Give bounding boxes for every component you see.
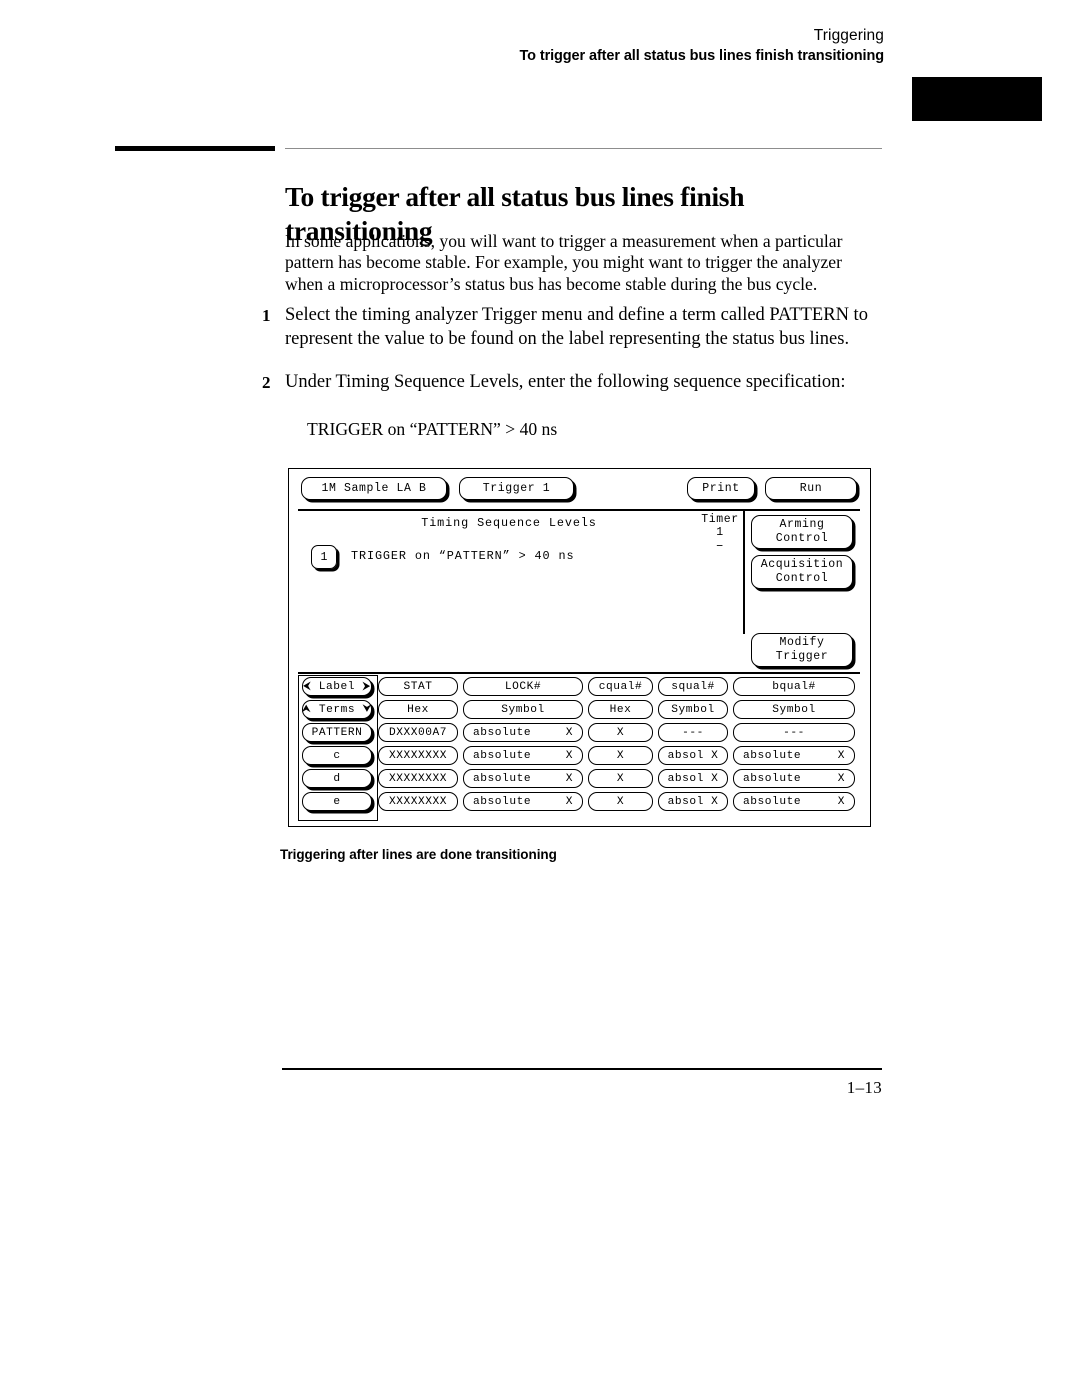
title-rule-thick [115, 146, 275, 151]
machine-select-button[interactable]: 1M Sample LA B [301, 477, 447, 500]
header-chapter: Triggering [813, 27, 884, 44]
step-text: Select the timing analyzer Trigger menu … [285, 305, 868, 349]
label-base-button[interactable]: Hex [588, 700, 653, 719]
run-button[interactable]: Run [765, 477, 857, 500]
page-number: 1–13 [846, 1078, 882, 1097]
term-value-cell[interactable]: absol X [658, 746, 728, 765]
sequence-level-text[interactable]: TRIGGER on “PATTERN” > 40 ns [351, 549, 574, 563]
label-name-button[interactable]: LOCK# [463, 677, 583, 696]
label-name-button[interactable]: squal# [658, 677, 728, 696]
acquisition-control-button[interactable]: Acquisition Control [751, 555, 853, 589]
mid-divider [298, 672, 860, 674]
term-value-cell[interactable]: DXXX00A7 [378, 723, 458, 742]
label-name-button[interactable]: bqual# [733, 677, 855, 696]
cell-text: absolute [743, 772, 802, 785]
instrument-screen-figure: 1M Sample LA B Trigger 1 Print Run Timin… [288, 468, 871, 827]
arming-control-button[interactable]: Arming Control [751, 515, 853, 549]
timer-label: Timer [701, 513, 739, 526]
cell-dontcare: X [837, 749, 845, 762]
cell-text: absolute [743, 795, 802, 808]
arming-control-line1: Arming [779, 518, 825, 531]
footer-rule [282, 1068, 882, 1070]
running-header: Triggering To trigger after all status b… [0, 26, 884, 66]
sequence-level-number[interactable]: 1 [311, 545, 337, 569]
term-value-cell[interactable]: --- [658, 723, 728, 742]
cell-text: absolute [473, 795, 532, 808]
top-divider [298, 509, 860, 511]
label-term-grid: ⮜ Label ⮞ ⮝ Terms ⮟ PATTERN c d e STAT Hex DXXX0… [298, 675, 860, 821]
term-value-cell[interactable]: XXXXXXXX [378, 792, 458, 811]
timer-value: – [715, 538, 725, 553]
term-value-cell[interactable]: absolute X [733, 769, 855, 788]
term-value-cell[interactable]: absolute X [733, 746, 855, 765]
cell-dontcare: X [565, 726, 573, 739]
step-item: 1 Select the timing analyzer Trigger men… [262, 304, 874, 351]
header-section: To trigger after all status bus lines fi… [519, 48, 884, 64]
term-row-header[interactable]: PATTERN [302, 723, 372, 742]
term-value-cell[interactable]: absol X [658, 792, 728, 811]
term-value-cell[interactable]: absolute X [733, 792, 855, 811]
term-value-cell[interactable]: XXXXXXXX [378, 769, 458, 788]
figure-caption: Triggering after lines are done transiti… [280, 847, 557, 862]
chapter-thumb-tab [912, 77, 1042, 121]
label-base-button[interactable]: Symbol [733, 700, 855, 719]
label-name-button[interactable]: cqual# [588, 677, 653, 696]
modify-trigger-line2: Trigger [775, 650, 829, 663]
label-base-button[interactable]: Symbol [463, 700, 583, 719]
cell-dontcare: X [837, 772, 845, 785]
cell-dontcare: X [565, 749, 573, 762]
label-base-button[interactable]: Hex [378, 700, 458, 719]
label-base-button[interactable]: Symbol [658, 700, 728, 719]
cell-dontcare: X [837, 795, 845, 808]
term-value-cell[interactable]: X [588, 792, 653, 811]
acquisition-control-line1: Acquisition [760, 558, 844, 571]
cell-dontcare: X [565, 795, 573, 808]
step-item: 2 Under Timing Sequence Levels, enter th… [262, 371, 874, 395]
term-value-cell[interactable]: absolute X [463, 769, 583, 788]
term-row-header[interactable]: c [302, 746, 372, 765]
step-number: 2 [262, 373, 271, 392]
step-number: 1 [262, 306, 271, 325]
arming-control-line2: Control [775, 532, 829, 545]
term-value-cell[interactable]: X [588, 746, 653, 765]
menu-select-button[interactable]: Trigger 1 [459, 477, 574, 500]
modify-trigger-button[interactable]: Modify Trigger [751, 633, 853, 667]
cell-text: absolute [473, 749, 532, 762]
title-rule-thin [285, 148, 882, 149]
term-row-header[interactable]: e [302, 792, 372, 811]
step-text: Under Timing Sequence Levels, enter the … [285, 372, 846, 392]
term-value-cell[interactable]: XXXXXXXX [378, 746, 458, 765]
term-value-cell[interactable]: absolute X [463, 746, 583, 765]
term-value-cell[interactable]: absolute X [463, 723, 583, 742]
cell-text: absolute [473, 772, 532, 785]
sequence-specification-text: TRIGGER on “PATTERN” > 40 ns [307, 419, 558, 439]
term-value-cell[interactable]: absolute X [463, 792, 583, 811]
timer-column-divider [743, 511, 745, 634]
modify-trigger-line1: Modify [779, 636, 825, 649]
cell-dontcare: X [565, 772, 573, 785]
print-button[interactable]: Print [687, 477, 755, 500]
sequence-levels-title: Timing Sequence Levels [421, 516, 597, 530]
cell-text: absolute [743, 749, 802, 762]
term-value-cell[interactable]: absol X [658, 769, 728, 788]
term-row-header[interactable]: d [302, 769, 372, 788]
intro-paragraph: In some applications, you will want to t… [285, 230, 843, 294]
label-name-button[interactable]: STAT [378, 677, 458, 696]
terms-scroll-button[interactable]: ⮝ Terms ⮟ [302, 700, 372, 719]
term-value-cell[interactable]: X [588, 723, 653, 742]
cell-text: absolute [473, 726, 532, 739]
timer-column: Timer 1 – [689, 513, 751, 552]
term-value-cell[interactable]: X [588, 769, 653, 788]
term-value-cell[interactable]: --- [733, 723, 855, 742]
acquisition-control-line2: Control [775, 572, 829, 585]
label-scroll-button[interactable]: ⮜ Label ⮞ [302, 677, 372, 696]
